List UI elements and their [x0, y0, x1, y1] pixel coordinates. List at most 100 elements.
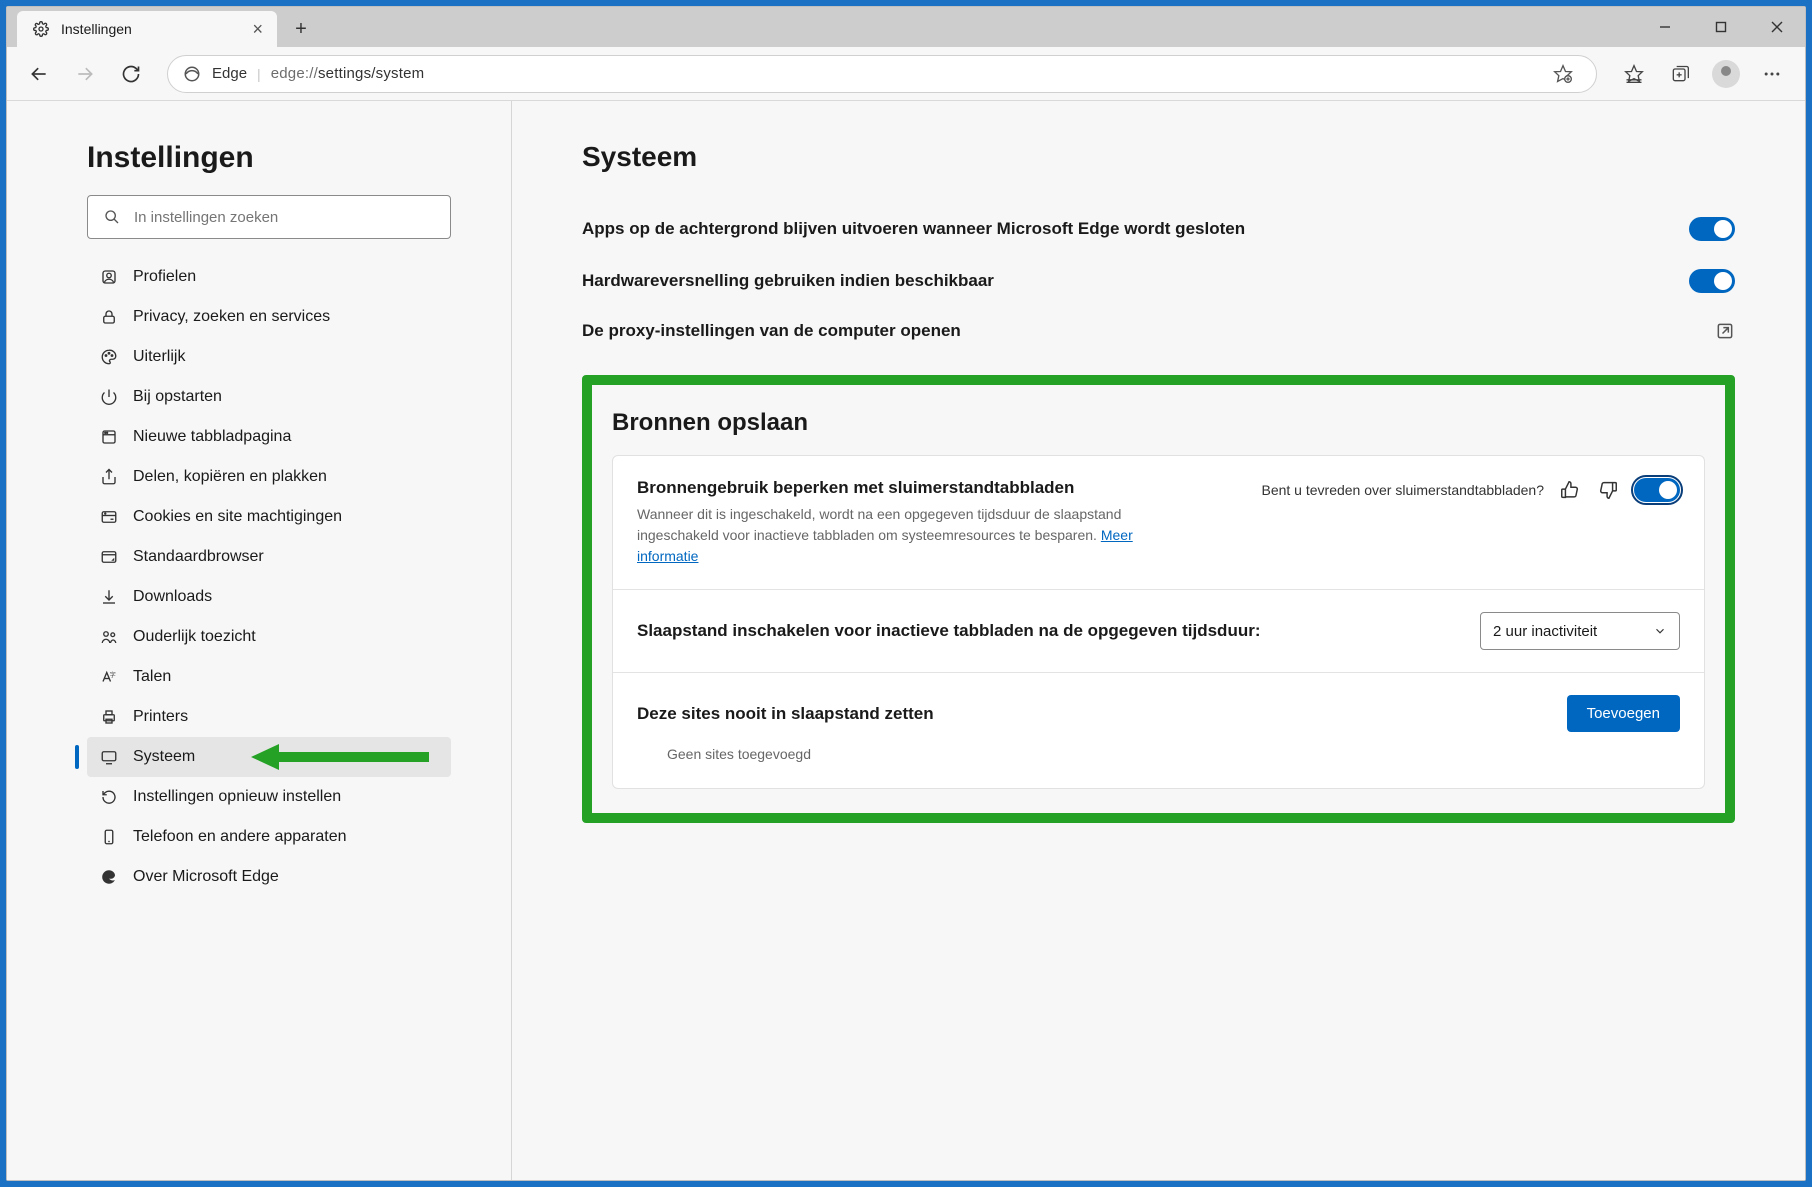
setting-description: Wanneer dit is ingeschakeld, wordt na ee… [637, 504, 1157, 567]
toolbar-right [1615, 55, 1791, 93]
setting-sleep-timeout: Slaapstand inschakelen voor inactieve ta… [613, 590, 1704, 673]
reset-icon [99, 787, 119, 807]
sleep-timeout-select[interactable]: 2 uur inactiviteit [1480, 612, 1680, 650]
phone-icon [99, 827, 119, 847]
sidebar-item-label: Cookies en site machtigingen [133, 508, 342, 526]
window-controls [1637, 7, 1805, 47]
tab-strip: Instellingen × + [7, 7, 1637, 47]
svg-text:字: 字 [110, 671, 116, 679]
content-area: Instellingen Profielen Privacy, zoeken e… [7, 101, 1805, 1180]
address-label: Edge [212, 65, 247, 82]
sidebar-item-label: Talen [133, 668, 171, 686]
sidebar-item-privacy[interactable]: Privacy, zoeken en services [87, 297, 451, 337]
edge-logo-icon [182, 64, 202, 84]
sidebar-item-label: Downloads [133, 588, 212, 606]
setting-label: Deze sites nooit in slaapstand zetten [637, 704, 934, 724]
tab-title: Instellingen [61, 21, 132, 37]
profile-avatar[interactable] [1707, 55, 1745, 93]
edge-icon [99, 867, 119, 887]
language-icon: 字 [99, 667, 119, 687]
sidebar-item-about[interactable]: Over Microsoft Edge [87, 857, 451, 897]
address-divider: | [257, 66, 261, 82]
sidebar-item-appearance[interactable]: Uiterlijk [87, 337, 451, 377]
gear-icon [31, 19, 51, 39]
sidebar-item-label: Standaardbrowser [133, 548, 264, 566]
sidebar-item-label: Uiterlijk [133, 348, 185, 366]
thumbs-down-icon[interactable] [1596, 478, 1620, 502]
setting-label: Bronnengebruik beperken met sluimerstand… [637, 478, 1241, 498]
sidebar-item-newtab[interactable]: Nieuwe tabbladpagina [87, 417, 451, 457]
toggle-background-apps[interactable] [1689, 217, 1735, 241]
toggle-hw-accel[interactable] [1689, 269, 1735, 293]
settings-search[interactable] [87, 195, 451, 239]
thumbs-up-icon[interactable] [1558, 478, 1582, 502]
sidebar-item-label: Nieuwe tabbladpagina [133, 428, 291, 446]
settings-main: Systeem Apps op de achtergrond blijven u… [512, 101, 1805, 1180]
back-button[interactable] [21, 56, 57, 92]
share-icon [99, 467, 119, 487]
sidebar-item-system[interactable]: Systeem [87, 737, 451, 777]
browser-icon [99, 547, 119, 567]
page-icon [99, 427, 119, 447]
forward-button[interactable] [67, 56, 103, 92]
sidebar-item-label: Delen, kopiëren en plakken [133, 468, 327, 486]
setting-label: Hardwareversnelling gebruiken indien bes… [582, 271, 994, 291]
setting-label: Apps op de achtergrond blijven uitvoeren… [582, 219, 1245, 239]
favorite-star-icon[interactable] [1544, 55, 1582, 93]
close-window-button[interactable] [1749, 7, 1805, 47]
sidebar-item-downloads[interactable]: Downloads [87, 577, 451, 617]
feedback-question: Bent u tevreden over sluimerstandtabblad… [1261, 482, 1544, 498]
sidebar-item-profiles[interactable]: Profielen [87, 257, 451, 297]
titlebar: Instellingen × + [7, 7, 1805, 47]
settings-search-input[interactable] [134, 209, 436, 226]
collections-icon[interactable] [1661, 55, 1699, 93]
edge-window: Instellingen × + Edge | edge://setti [6, 6, 1806, 1181]
favorites-icon[interactable] [1615, 55, 1653, 93]
toggle-sleeping-tabs[interactable] [1634, 478, 1680, 502]
settings-sidebar: Instellingen Profielen Privacy, zoeken e… [7, 101, 512, 1180]
setting-label: Slaapstand inschakelen voor inactieve ta… [637, 621, 1261, 641]
printer-icon [99, 707, 119, 727]
sidebar-item-label: Systeem [133, 748, 195, 766]
setting-label: De proxy-instellingen van de computer op… [582, 321, 961, 341]
sidebar-item-devices[interactable]: Telefoon en andere apparaten [87, 817, 451, 857]
search-icon [102, 207, 122, 227]
more-menu-icon[interactable] [1753, 55, 1791, 93]
browser-tab-settings[interactable]: Instellingen × [17, 11, 277, 47]
sidebar-item-default-browser[interactable]: Standaardbrowser [87, 537, 451, 577]
sidebar-item-share[interactable]: Delen, kopiëren en plakken [87, 457, 451, 497]
lock-icon [99, 307, 119, 327]
sidebar-item-family[interactable]: Ouderlijk toezicht [87, 617, 451, 657]
add-site-button[interactable]: Toevoegen [1567, 695, 1680, 732]
external-link-icon [1715, 321, 1735, 341]
cookie-icon [99, 507, 119, 527]
close-tab-icon[interactable]: × [252, 19, 263, 40]
refresh-button[interactable] [113, 56, 149, 92]
sidebar-item-label: Bij opstarten [133, 388, 222, 406]
setting-hw-accel: Hardwareversnelling gebruiken indien bes… [582, 255, 1735, 307]
sidebar-item-label: Instellingen opnieuw instellen [133, 788, 341, 806]
address-bar[interactable]: Edge | edge://settings/system [167, 55, 1597, 93]
page-title: Systeem [582, 141, 1735, 173]
chevron-down-icon [1653, 624, 1667, 638]
feedback-group: Bent u tevreden over sluimerstandtabblad… [1261, 478, 1680, 502]
power-icon [99, 387, 119, 407]
setting-proxy[interactable]: De proxy-instellingen van de computer op… [582, 307, 1735, 355]
sidebar-item-cookies[interactable]: Cookies en site machtigingen [87, 497, 451, 537]
sidebar-item-languages[interactable]: 字 Talen [87, 657, 451, 697]
setting-never-sleep: Deze sites nooit in slaapstand zetten To… [613, 673, 1704, 788]
sidebar-item-label: Printers [133, 708, 188, 726]
setting-background-apps: Apps op de achtergrond blijven uitvoeren… [582, 203, 1735, 255]
resources-card: Bronnengebruik beperken met sluimerstand… [612, 455, 1705, 789]
resources-section-highlight: Bronnen opslaan Bronnengebruik beperken … [582, 375, 1735, 823]
new-tab-button[interactable]: + [283, 11, 319, 47]
maximize-button[interactable] [1693, 7, 1749, 47]
sidebar-nav: Profielen Privacy, zoeken en services Ui… [87, 257, 451, 897]
setting-sleeping-tabs: Bronnengebruik beperken met sluimerstand… [613, 456, 1704, 590]
select-value: 2 uur inactiviteit [1493, 623, 1597, 640]
sidebar-item-reset[interactable]: Instellingen opnieuw instellen [87, 777, 451, 817]
sidebar-item-printers[interactable]: Printers [87, 697, 451, 737]
download-icon [99, 587, 119, 607]
sidebar-item-startup[interactable]: Bij opstarten [87, 377, 451, 417]
minimize-button[interactable] [1637, 7, 1693, 47]
